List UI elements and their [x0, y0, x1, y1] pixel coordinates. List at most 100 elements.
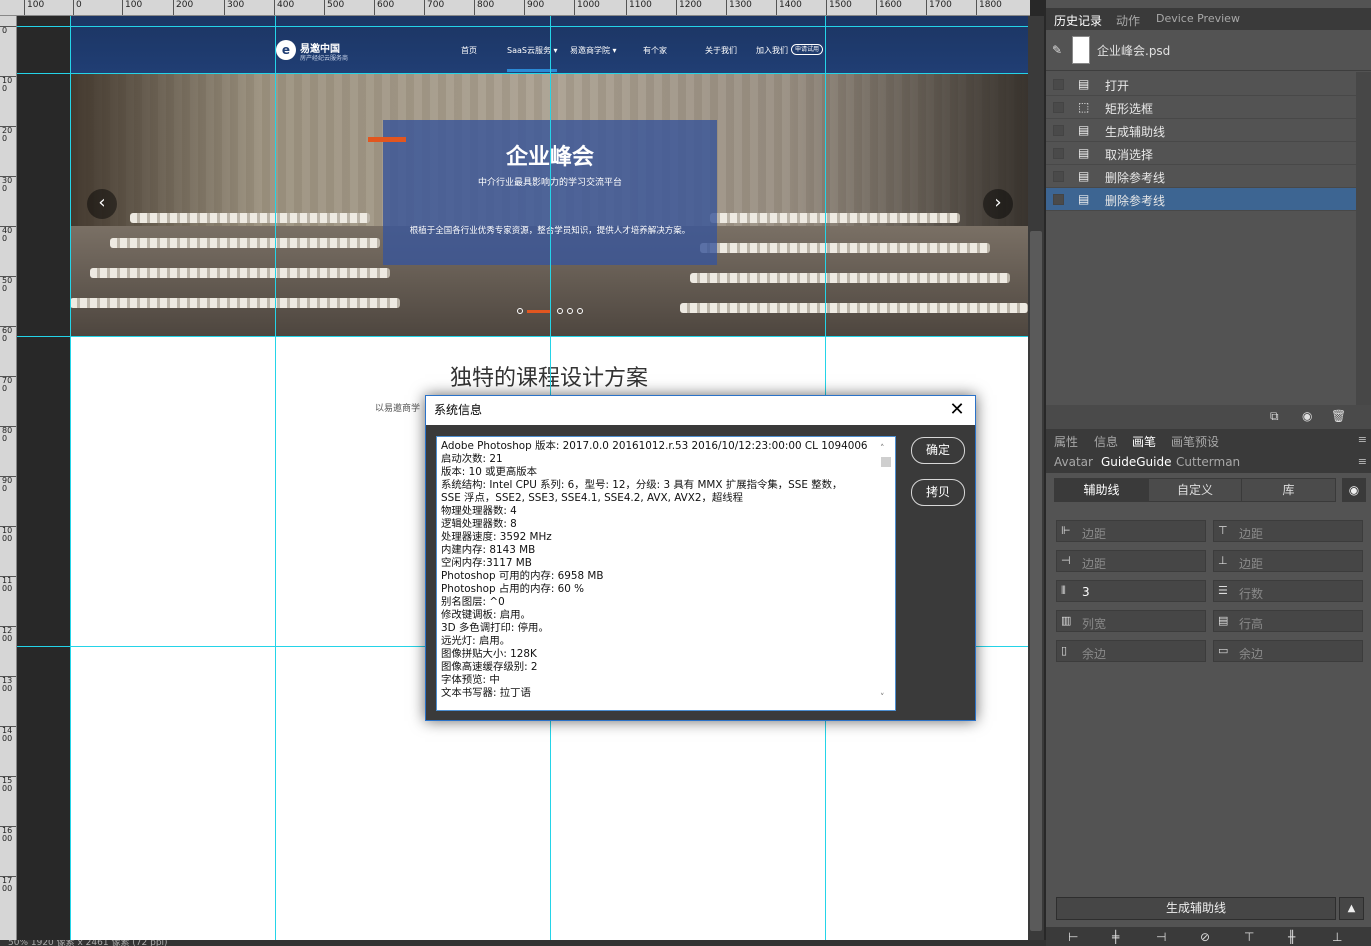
guide-horizontal[interactable]	[17, 26, 1028, 27]
right-margin-field[interactable]: ⊣ 边距	[1056, 550, 1206, 572]
history-source-checkbox[interactable]	[1053, 194, 1064, 205]
ruler-tick-label: 1000	[574, 0, 600, 15]
ruler-tick-label: 100	[122, 0, 142, 15]
vertical-ruler[interactable]: 0 100 200 300 400 500 600 700 800 900 1000 1100 1200…	[0, 16, 17, 946]
history-item-label: 矩形选框	[1105, 102, 1154, 116]
section-title: 独特的课程设计方案	[449, 366, 648, 391]
chair-row	[90, 268, 390, 278]
plugin-tabs: Avatar GuideGuide Cutterman ≡	[1046, 451, 1371, 473]
tab-actions[interactable]: 动作	[1116, 12, 1140, 29]
history-source-checkbox[interactable]	[1053, 148, 1064, 159]
columns-field[interactable]: ⦀ 3	[1056, 580, 1206, 602]
tab-properties[interactable]: 属性	[1054, 433, 1078, 450]
chair-row	[690, 273, 1010, 283]
info-line: 物理处理器数: 4	[441, 505, 517, 517]
history-source-checkbox[interactable]	[1053, 102, 1064, 113]
row-height-field[interactable]: ▤ 行高	[1213, 610, 1363, 632]
tab-library[interactable]: 库	[1242, 479, 1335, 501]
guide-horizontal[interactable]	[17, 73, 1028, 74]
ruler-tick-label: 1500	[0, 776, 16, 793]
guide-center-v-icon[interactable]: ╪	[1112, 930, 1119, 944]
guide-bottom-icon[interactable]: ⊥	[1332, 930, 1342, 944]
tab-guideguide[interactable]: GuideGuide	[1101, 455, 1171, 469]
eye-icon[interactable]: ◉	[1342, 478, 1366, 502]
rows-field[interactable]: ☰ 行数	[1213, 580, 1363, 602]
canvas-scrollbar[interactable]	[1028, 16, 1044, 940]
section-subtitle: 以易邀商学	[375, 404, 421, 414]
tab-cutterman[interactable]: Cutterman	[1176, 455, 1240, 469]
guide-right-icon[interactable]: ⊣	[1156, 930, 1166, 944]
chevron-down-icon[interactable]: ˅	[880, 692, 885, 705]
ruler-tick-label: 900	[524, 0, 544, 15]
history-item[interactable]: ▤ 生成辅助线	[1046, 119, 1356, 142]
ruler-tick-label: 1600	[0, 826, 16, 843]
info-scrollbar[interactable]: ˄ ˅	[879, 443, 891, 705]
tab-info[interactable]: 信息	[1094, 433, 1118, 450]
logo-icon: e	[276, 40, 296, 60]
ruler-tick-label: 0	[0, 26, 16, 35]
generate-guides-button[interactable]: 生成辅助线	[1056, 897, 1336, 920]
history-scrollbar[interactable]	[1356, 72, 1371, 407]
camera-icon[interactable]: ◉	[1302, 409, 1312, 423]
row-gutter-field[interactable]: ▭ 余边	[1213, 640, 1363, 662]
dialog-titlebar[interactable]: 系统信息 ✕	[426, 396, 975, 425]
trash-icon[interactable]: 🗑	[1331, 409, 1346, 423]
right-panel-dock: 历史记录 动作 Device Preview ✎ 企业峰会.psd ▤ 打开 ⬚…	[1046, 0, 1371, 946]
scrollbar-thumb[interactable]	[1030, 231, 1042, 931]
panel-menu-icon[interactable]: ≡	[1358, 455, 1367, 468]
scrollbar-thumb[interactable]	[881, 457, 891, 467]
history-source-checkbox[interactable]	[1053, 79, 1064, 90]
history-item[interactable]: ▤ 删除参考线	[1046, 165, 1356, 188]
tab-history[interactable]: 历史记录	[1054, 12, 1102, 29]
info-line: Photoshop 可用的内存: 6958 MB	[441, 570, 604, 582]
guide-horizontal[interactable]	[17, 336, 1028, 337]
tab-device-preview[interactable]: Device Preview	[1156, 12, 1240, 25]
history-source-checkbox[interactable]	[1053, 125, 1064, 136]
history-source-checkbox[interactable]	[1053, 171, 1064, 182]
document-icon: ▤	[1078, 77, 1090, 91]
ruler-tick-label: 0	[73, 0, 82, 15]
tab-guides[interactable]: 辅助线	[1055, 479, 1149, 501]
close-icon[interactable]: ✕	[947, 400, 967, 420]
history-brush-icon[interactable]: ✎	[1052, 43, 1062, 57]
history-item[interactable]: ▤ 打开	[1046, 73, 1356, 96]
ok-button[interactable]: 确定	[911, 437, 965, 464]
column-width-field[interactable]: ▥ 列宽	[1056, 610, 1206, 632]
copy-button[interactable]: 拷贝	[911, 479, 965, 506]
guide-vertical[interactable]	[70, 16, 71, 940]
tab-brush-presets[interactable]: 画笔预设	[1171, 433, 1219, 450]
top-margin-field[interactable]: ⊤ 边距	[1213, 520, 1363, 542]
history-item-selected[interactable]: ▤ 删除参考线	[1046, 188, 1356, 211]
history-snapshot[interactable]: ✎ 企业峰会.psd	[1046, 30, 1371, 71]
ruler-tick-label: 1100	[0, 576, 16, 593]
clear-guides-icon[interactable]: ⊘	[1200, 930, 1210, 944]
new-document-icon[interactable]: ⧉	[1270, 409, 1279, 424]
chevron-up-icon[interactable]: ˄	[880, 443, 885, 456]
history-item[interactable]: ▤ 取消选择	[1046, 142, 1356, 165]
panel-menu-icon[interactable]: ≡	[1358, 433, 1367, 446]
field-placeholder: 行数	[1239, 587, 1264, 601]
guide-center-h-icon[interactable]: ╫	[1288, 930, 1295, 944]
guide-left-icon[interactable]: ⊢	[1068, 930, 1078, 944]
ruler-tick-label: 1000	[0, 526, 16, 543]
chevron-up-icon[interactable]: ▲	[1339, 897, 1364, 920]
ruler-tick-label: 900	[0, 476, 16, 493]
column-gutter-field[interactable]: ▯ 余边	[1056, 640, 1206, 662]
document-icon: ▤	[1078, 123, 1090, 137]
history-footer: ⧉ ◉ 🗑	[1046, 405, 1371, 429]
bottom-margin-field[interactable]: ⊥ 边距	[1213, 550, 1363, 572]
tab-avatar[interactable]: Avatar	[1054, 455, 1093, 469]
system-info-textarea[interactable]: Adobe Photoshop 版本: 2017.0.0 20161012.r.…	[436, 436, 896, 711]
tab-custom[interactable]: 自定义	[1149, 479, 1242, 501]
left-margin-field[interactable]: ⊩ 边距	[1056, 520, 1206, 542]
history-item[interactable]: ⬚ 矩形选框	[1046, 96, 1356, 119]
guide-vertical[interactable]	[275, 16, 276, 940]
nav-home-brand: 有个家	[643, 46, 667, 55]
ruler-tick-label: 700	[0, 376, 16, 393]
ruler-tick-label: 400	[274, 0, 294, 15]
ruler-tick-label: 800	[0, 426, 16, 443]
horizontal-ruler[interactable]: 100 0 100 200 300 400 500 600 700 800 900 1000 1100 1…	[0, 0, 1030, 16]
field-placeholder: 行高	[1239, 617, 1264, 631]
guide-top-icon[interactable]: ⊤	[1244, 930, 1254, 944]
tab-brush[interactable]: 画笔	[1132, 433, 1156, 450]
